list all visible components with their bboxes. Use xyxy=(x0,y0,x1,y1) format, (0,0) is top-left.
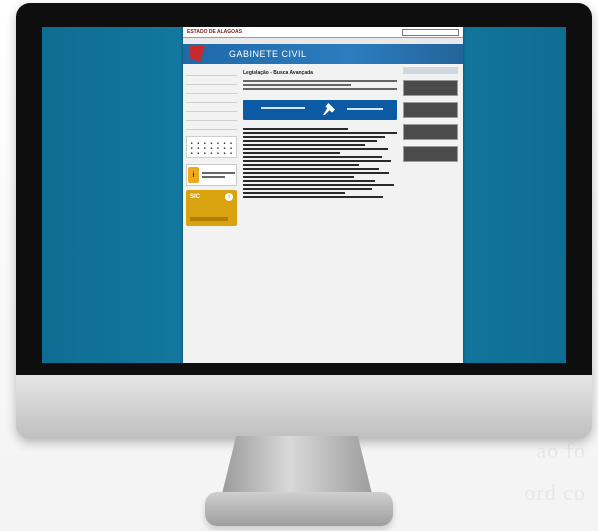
main-column: Legislação - Busca Avançada xyxy=(237,67,403,226)
monitor-stand-base xyxy=(205,492,393,526)
gavel-icon xyxy=(323,103,335,115)
calendar-day[interactable]: ■ xyxy=(228,151,234,155)
calendar-grid: ■ ■ ■ ■ ■ ■ ■ ■ ■ ■ ■ ■ ■ ■ ■ ■ ■ ■ ■ ■ … xyxy=(189,141,234,155)
calendar-day[interactable]: ■ xyxy=(196,151,202,155)
calendar-day[interactable]: ■ xyxy=(209,151,215,155)
calendar-day[interactable]: ■ xyxy=(222,146,228,150)
calendar-day[interactable]: ■ xyxy=(228,146,234,150)
menu-item-6[interactable] xyxy=(186,112,237,121)
monitor-chin xyxy=(16,375,592,439)
menu-item-5[interactable] xyxy=(186,103,237,112)
calendar-day[interactable]: ■ xyxy=(222,141,228,145)
calendar-day[interactable]: ■ xyxy=(228,141,234,145)
calendar-day[interactable]: ■ xyxy=(196,141,202,145)
info-box-text-lines xyxy=(202,170,235,180)
right-link-box[interactable] xyxy=(403,102,458,118)
calendar-day[interactable]: ■ xyxy=(209,146,215,150)
topbar: ESTADO DE ALAGOAS xyxy=(183,27,463,38)
calendar-day[interactable]: ■ xyxy=(215,151,221,155)
banner-title: GABINETE CIVIL xyxy=(229,49,307,59)
calendar-widget: ■ ■ ■ ■ ■ ■ ■ ■ ■ ■ ■ ■ ■ ■ ■ ■ ■ ■ ■ ■ … xyxy=(186,136,237,158)
calendar-day[interactable]: ■ xyxy=(209,141,215,145)
background-text-2: ord co xyxy=(524,480,586,505)
menu-item-7[interactable] xyxy=(186,121,237,130)
sic-box[interactable]: SIC i xyxy=(186,190,237,226)
right-column-header xyxy=(403,67,458,74)
info-icon: i xyxy=(188,167,199,183)
calendar-day[interactable]: ■ xyxy=(215,141,221,145)
page-title: Legislação - Busca Avançada xyxy=(243,70,313,76)
monitor-screen: ESTADO DE ALAGOAS GABINETE CIVIL ■ ■ ■ ■… xyxy=(42,27,566,363)
calendar-day[interactable]: ■ xyxy=(222,151,228,155)
left-column: ■ ■ ■ ■ ■ ■ ■ ■ ■ ■ ■ ■ ■ ■ ■ ■ ■ ■ ■ ■ … xyxy=(186,67,237,226)
webpage: ESTADO DE ALAGOAS GABINETE CIVIL ■ ■ ■ ■… xyxy=(183,27,463,363)
menu-item-1[interactable] xyxy=(186,67,237,76)
right-link-box[interactable] xyxy=(403,146,458,162)
calendar-day[interactable]: ■ xyxy=(202,151,208,155)
legislation-list xyxy=(243,128,397,198)
monitor-bezel: ESTADO DE ALAGOAS GABINETE CIVIL ■ ■ ■ ■… xyxy=(16,3,592,375)
banner: GABINETE CIVIL xyxy=(183,44,463,64)
sic-badge-icon: i xyxy=(225,193,233,201)
banner-emblem-icon xyxy=(189,46,205,62)
menu-item-4[interactable] xyxy=(186,94,237,103)
filter-lines xyxy=(243,80,397,90)
content-columns: ■ ■ ■ ■ ■ ■ ■ ■ ■ ■ ■ ■ ■ ■ ■ ■ ■ ■ ■ ■ … xyxy=(183,64,463,229)
calendar-day[interactable]: ■ xyxy=(189,151,195,155)
right-link-box[interactable] xyxy=(403,80,458,96)
information-box[interactable]: i xyxy=(186,164,237,186)
background-text-1: ao fo xyxy=(536,438,586,463)
featured-banner[interactable] xyxy=(243,100,397,120)
top-search-field[interactable] xyxy=(402,28,459,36)
calendar-day[interactable]: ■ xyxy=(202,141,208,145)
calendar-day[interactable]: ■ xyxy=(189,141,195,145)
state-name: ESTADO DE ALAGOAS xyxy=(187,29,243,35)
calendar-day[interactable]: ■ xyxy=(189,146,195,150)
monitor: ESTADO DE ALAGOAS GABINETE CIVIL ■ ■ ■ ■… xyxy=(16,3,592,439)
right-link-box[interactable] xyxy=(403,124,458,140)
calendar-day[interactable]: ■ xyxy=(196,146,202,150)
menu-item-2[interactable] xyxy=(186,76,237,85)
menu-item-3[interactable] xyxy=(186,85,237,94)
scene: ao fo ord co ESTADO DE ALAGOAS GABINETE … xyxy=(0,0,598,531)
monitor-stand-neck xyxy=(221,436,373,498)
calendar-day[interactable]: ■ xyxy=(215,146,221,150)
calendar-day[interactable]: ■ xyxy=(202,146,208,150)
sic-title: SIC xyxy=(190,194,201,200)
right-column xyxy=(403,67,458,226)
sic-link[interactable] xyxy=(190,217,228,221)
